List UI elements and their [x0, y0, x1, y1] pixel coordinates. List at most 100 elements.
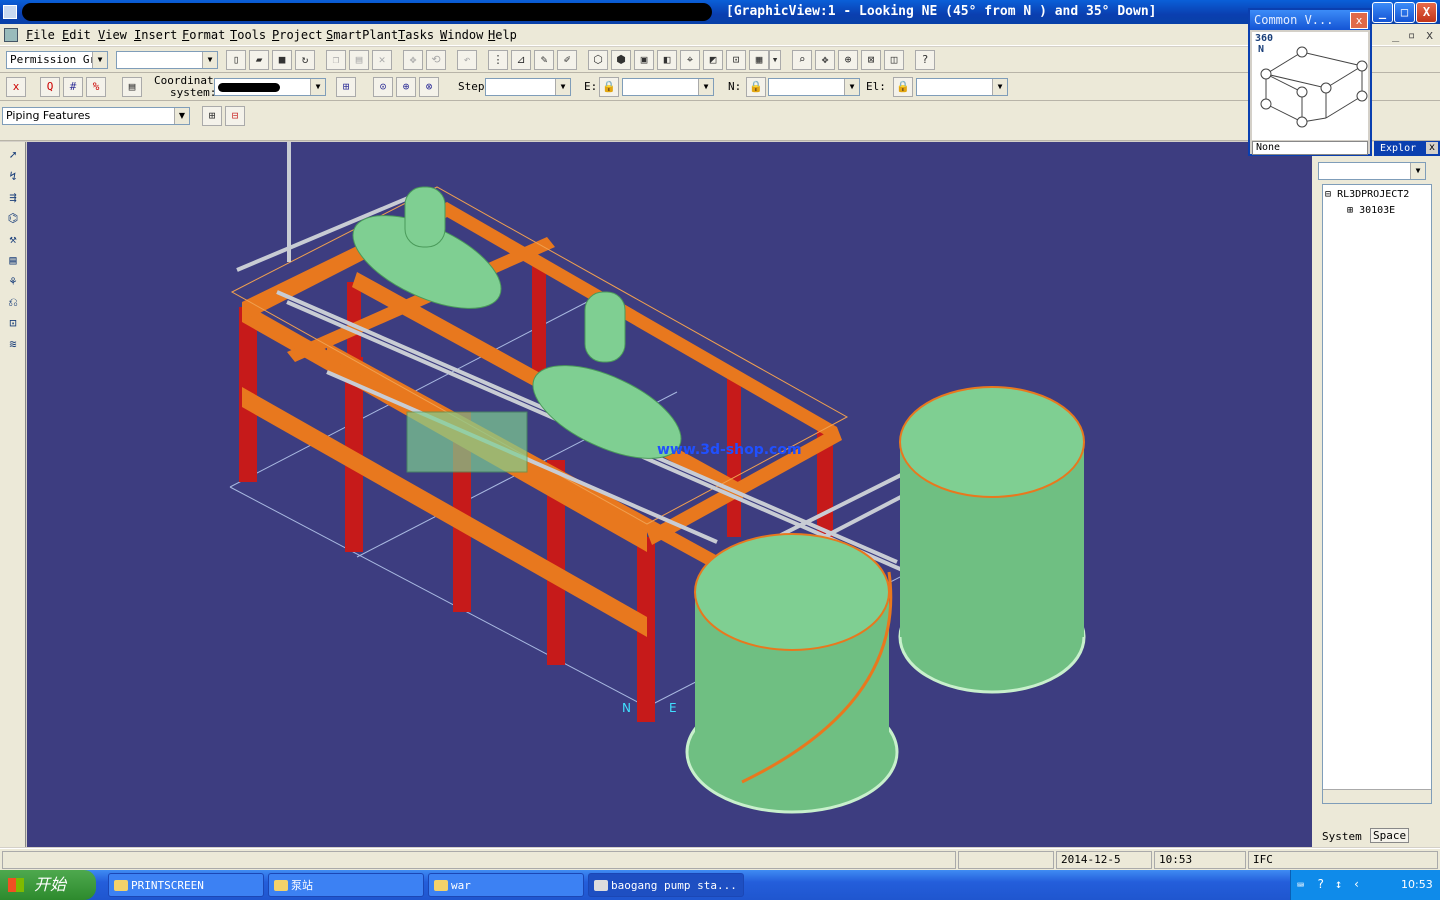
- step-combo[interactable]: ▼: [485, 78, 571, 96]
- view-iso-icon[interactable]: ⬡: [588, 50, 608, 70]
- delete-icon[interactable]: ✕: [372, 50, 392, 70]
- help-icon[interactable]: ?: [1317, 877, 1324, 891]
- help-icon[interactable]: ?: [915, 50, 935, 70]
- insert-tag-icon[interactable]: ⊡: [3, 314, 23, 333]
- keyboard-icon[interactable]: ⌨: [1297, 878, 1304, 892]
- task-printscreen[interactable]: PRINTSCREEN: [108, 873, 264, 897]
- orbit-icon[interactable]: ◫: [884, 50, 904, 70]
- lock-icon[interactable]: 🔒: [599, 77, 619, 97]
- chevron-down-icon[interactable]: ▾: [769, 50, 781, 70]
- graphic-view-3d[interactable]: N E www.3d-shop.com: [27, 142, 1312, 847]
- close-icon[interactable]: x: [1350, 12, 1368, 29]
- grid-icon[interactable]: #: [63, 77, 83, 97]
- copy-icon[interactable]: ❐: [326, 50, 346, 70]
- filter-combo[interactable]: ▼: [116, 51, 218, 69]
- insert-specialty-icon[interactable]: ⌬: [3, 209, 23, 228]
- tree-collapse-icon[interactable]: ⊟: [1325, 189, 1331, 200]
- view-top-icon[interactable]: ⬢: [611, 50, 631, 70]
- folder-icon: [114, 880, 128, 891]
- plane-icon[interactable]: ⊗: [419, 77, 439, 97]
- menu-smartplant[interactable]: SmartPlant: [326, 28, 398, 42]
- mdi-minimize-button[interactable]: _: [1392, 28, 1399, 42]
- tray-arrow-icon[interactable]: ‹: [1353, 877, 1360, 891]
- menu-format[interactable]: Format: [182, 28, 225, 42]
- task-baogang[interactable]: baogang pump sta...: [588, 873, 744, 897]
- permission-group-combo[interactable]: Permission Gro ▼: [6, 51, 108, 69]
- sequence-icon[interactable]: ≋: [3, 335, 23, 354]
- axis-icon[interactable]: ⊕: [396, 77, 416, 97]
- origin-icon[interactable]: ⊙: [373, 77, 393, 97]
- pen-icon[interactable]: ✐: [557, 50, 577, 70]
- menu-insert[interactable]: Insert: [134, 28, 177, 42]
- insert-weld-icon[interactable]: ⎌: [3, 293, 23, 312]
- insert-tap-icon[interactable]: ⚒: [3, 230, 23, 249]
- zoom-icon[interactable]: ⌕: [792, 50, 812, 70]
- select-icon[interactable]: ⋮: [488, 50, 508, 70]
- tree-expand-icon[interactable]: ⊞: [1347, 205, 1353, 216]
- view-clip-icon[interactable]: ⌖: [680, 50, 700, 70]
- properties-icon[interactable]: ▤: [122, 77, 142, 97]
- pan-icon[interactable]: ✥: [815, 50, 835, 70]
- refresh-icon[interactable]: ↻: [295, 50, 315, 70]
- undo-icon[interactable]: ↶: [457, 50, 477, 70]
- lock-icon[interactable]: 🔒: [746, 77, 766, 97]
- insert-spool-icon[interactable]: ▤: [3, 251, 23, 270]
- mdi-close-button[interactable]: x: [1426, 28, 1433, 42]
- pinpoint-icon[interactable]: %: [86, 77, 106, 97]
- view-side-icon[interactable]: ◧: [657, 50, 677, 70]
- view-fit-icon[interactable]: ⊡: [726, 50, 746, 70]
- elevation-input[interactable]: ▼: [916, 78, 1008, 96]
- paste-icon[interactable]: ▤: [349, 50, 369, 70]
- coordinate-tool-icon[interactable]: ⊞: [336, 77, 356, 97]
- tab-system[interactable]: System: [1322, 830, 1362, 843]
- menu-window[interactable]: Window: [440, 28, 483, 42]
- menu-help[interactable]: Help: [488, 28, 517, 42]
- mdi-restore-button[interactable]: ▫: [1408, 28, 1415, 42]
- fit-all-icon[interactable]: ⊠: [861, 50, 881, 70]
- zoom-area-icon[interactable]: ⊕: [838, 50, 858, 70]
- task-war[interactable]: war: [428, 873, 584, 897]
- insert-component-icon[interactable]: ⇶: [3, 188, 23, 207]
- route-pipe-icon[interactable]: ↯: [3, 167, 23, 186]
- maximize-button[interactable]: □: [1394, 2, 1415, 23]
- edit-icon[interactable]: ✎: [534, 50, 554, 70]
- view-cube[interactable]: 360 N: [1252, 32, 1368, 140]
- move-icon[interactable]: ✥: [403, 50, 423, 70]
- measure-icon[interactable]: ⊿: [511, 50, 531, 70]
- query-icon[interactable]: Q: [40, 77, 60, 97]
- lock-icon[interactable]: 🔒: [893, 77, 913, 97]
- tab-space[interactable]: Space: [1370, 828, 1410, 843]
- start-button[interactable]: 开始: [0, 870, 96, 900]
- menu-project[interactable]: Project: [272, 28, 323, 42]
- task-icon-2[interactable]: ⊟: [225, 106, 245, 126]
- select-arrow-icon[interactable]: ➚: [3, 146, 23, 165]
- insert-split-icon[interactable]: ⚘: [3, 272, 23, 291]
- clear-icon[interactable]: x: [6, 77, 26, 97]
- view-section-icon[interactable]: ◩: [703, 50, 723, 70]
- tree-child[interactable]: ⊞ 30103E: [1347, 205, 1395, 216]
- view-render-icon[interactable]: ▦: [749, 50, 769, 70]
- save-icon[interactable]: ■: [272, 50, 292, 70]
- menu-tools[interactable]: Tools: [230, 28, 266, 42]
- network-icon[interactable]: ↕: [1335, 877, 1342, 891]
- explorer-filter-combo[interactable]: ▼: [1318, 162, 1426, 180]
- horizontal-scrollbar[interactable]: [1323, 789, 1431, 803]
- menu-edit[interactable]: Edit: [62, 28, 91, 42]
- minimize-button[interactable]: _: [1372, 2, 1393, 23]
- view-front-icon[interactable]: ▣: [634, 50, 654, 70]
- tree-root[interactable]: ⊟ RL3DPROJECT2: [1325, 189, 1409, 200]
- menu-file[interactable]: File: [26, 28, 55, 42]
- close-button[interactable]: X: [1416, 2, 1437, 23]
- coordinate-system-combo[interactable]: ▼: [214, 78, 326, 96]
- east-input[interactable]: ▼: [622, 78, 714, 96]
- task-pump-station[interactable]: 泵站: [268, 873, 424, 897]
- menu-tasks[interactable]: Tasks: [398, 28, 434, 42]
- north-input[interactable]: ▼: [768, 78, 860, 96]
- task-icon-1[interactable]: ⊞: [202, 106, 222, 126]
- open-icon[interactable]: ▰: [249, 50, 269, 70]
- menu-view[interactable]: View: [98, 28, 127, 42]
- task-combo[interactable]: Piping Features ▼: [2, 107, 190, 125]
- new-icon[interactable]: ▯: [226, 50, 246, 70]
- close-icon[interactable]: x: [1426, 142, 1438, 154]
- rotate-icon[interactable]: ⟲: [426, 50, 446, 70]
